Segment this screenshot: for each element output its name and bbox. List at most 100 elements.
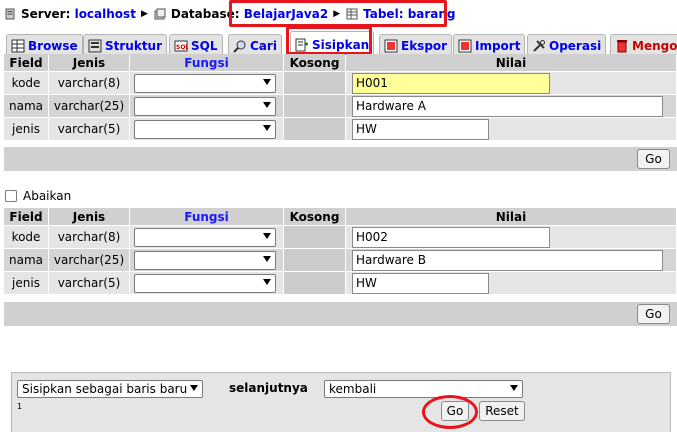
insert-table-2: Field Jenis Fungsi Kosong Nilai kode var… bbox=[3, 207, 677, 295]
tab-label: Cari bbox=[250, 39, 277, 53]
dropdown-arrow-icon bbox=[510, 385, 518, 391]
ignore-option[interactable]: Abaikan bbox=[5, 189, 71, 203]
go-button[interactable]: Go bbox=[441, 401, 469, 421]
field-name: kode bbox=[4, 226, 48, 248]
after-action-value: kembali bbox=[329, 382, 377, 396]
dropdown-arrow-icon bbox=[263, 101, 271, 108]
import-icon bbox=[458, 39, 472, 53]
go-button[interactable]: Go bbox=[637, 304, 670, 324]
tab-operations[interactable]: Operasi bbox=[527, 34, 607, 55]
function-select[interactable] bbox=[134, 73, 276, 93]
field-type: varchar(25) bbox=[49, 249, 129, 271]
function-select[interactable] bbox=[134, 119, 276, 139]
value-input[interactable]: H002 bbox=[352, 226, 550, 248]
search-icon bbox=[233, 39, 247, 53]
value-input[interactable]: HW bbox=[352, 272, 489, 294]
function-select[interactable] bbox=[134, 227, 276, 247]
col-jenis: Jenis bbox=[49, 208, 129, 225]
tab-sql[interactable]: SQL SQL bbox=[169, 34, 223, 55]
tab-insert[interactable]: Sisipkan bbox=[290, 31, 375, 55]
dropdown-arrow-icon bbox=[263, 278, 271, 285]
col-kosong: Kosong bbox=[284, 208, 345, 225]
dropdown-arrow-icon bbox=[263, 124, 271, 131]
form-footer: Go bbox=[4, 147, 677, 171]
value-input[interactable]: Hardware A bbox=[352, 95, 663, 117]
breadcrumb: Server: localhost ▶ Database: BelajarJav… bbox=[4, 4, 456, 24]
tab-empty[interactable]: Mengosongkan bbox=[610, 34, 677, 55]
field-type: varchar(8) bbox=[49, 72, 129, 94]
sql-icon: SQL bbox=[174, 39, 189, 53]
dropdown-arrow-icon bbox=[263, 78, 271, 85]
tab-label: Mengosongkan bbox=[632, 39, 677, 53]
null-cell bbox=[284, 118, 345, 140]
table-row: kode varchar(8) H002 bbox=[4, 226, 676, 248]
server-label: Server: bbox=[21, 7, 71, 21]
field-type: varchar(5) bbox=[49, 272, 129, 294]
null-cell bbox=[284, 272, 345, 294]
null-cell bbox=[284, 249, 345, 271]
table-label[interactable]: Tabel: bbox=[363, 7, 403, 21]
tab-label: Import bbox=[475, 39, 521, 53]
function-select[interactable] bbox=[134, 250, 276, 270]
col-fungsi[interactable]: Fungsi bbox=[130, 208, 283, 225]
function-select[interactable] bbox=[134, 273, 276, 293]
tab-search[interactable]: Cari bbox=[228, 34, 282, 55]
field-name: jenis bbox=[4, 272, 48, 294]
operations-icon bbox=[532, 39, 546, 53]
value-input[interactable]: HW bbox=[352, 118, 489, 140]
tab-label: Sisipkan bbox=[312, 37, 370, 52]
insert-table-1: Field Jenis Fungsi Kosong Nilai kode var… bbox=[3, 53, 677, 141]
ignore-checkbox[interactable] bbox=[5, 190, 17, 202]
table-row: jenis varchar(5) HW bbox=[4, 118, 676, 140]
server-link[interactable]: localhost bbox=[75, 7, 136, 21]
table-row: jenis varchar(5) HW bbox=[4, 272, 676, 294]
structure-icon bbox=[88, 39, 102, 53]
form-footer: Go bbox=[4, 302, 677, 326]
tab-label: Ekspor bbox=[401, 39, 448, 53]
after-action-select[interactable]: kembali bbox=[324, 380, 523, 398]
tab-label: SQL bbox=[191, 39, 218, 53]
field-name: jenis bbox=[4, 118, 48, 140]
go-button[interactable]: Go bbox=[637, 149, 670, 169]
col-nilai: Nilai bbox=[346, 54, 676, 71]
field-name: kode bbox=[4, 72, 48, 94]
null-cell bbox=[284, 72, 345, 94]
function-select[interactable] bbox=[134, 96, 276, 116]
dropdown-arrow-icon bbox=[263, 232, 271, 239]
tab-structure[interactable]: Struktur bbox=[83, 34, 168, 55]
field-type: varchar(8) bbox=[49, 226, 129, 248]
col-field: Field bbox=[4, 208, 48, 225]
col-nilai: Nilai bbox=[346, 208, 676, 225]
breadcrumb-arrow-icon: ▶ bbox=[333, 9, 341, 19]
table-row: kode varchar(8) H001 bbox=[4, 72, 676, 94]
tab-bar: Browse Struktur SQL SQL Cari Sisipkan Ek… bbox=[0, 29, 677, 55]
col-kosong: Kosong bbox=[284, 54, 345, 71]
breadcrumb-arrow-icon: ▶ bbox=[140, 9, 148, 19]
tab-label: Operasi bbox=[549, 39, 602, 53]
tab-browse[interactable]: Browse bbox=[6, 34, 83, 55]
field-type: varchar(25) bbox=[49, 95, 129, 117]
table-row: nama varchar(25) Hardware A bbox=[4, 95, 676, 117]
next-label: selanjutnya bbox=[229, 381, 308, 395]
export-icon bbox=[384, 39, 398, 53]
submit-panel: Sisipkan sebagai baris baru selanjutnya … bbox=[11, 372, 671, 432]
tab-import[interactable]: Import bbox=[453, 34, 526, 55]
field-name: nama bbox=[4, 249, 48, 271]
table-icon bbox=[346, 8, 358, 20]
tab-export[interactable]: Ekspor bbox=[379, 34, 453, 55]
insert-icon bbox=[295, 38, 309, 52]
dropdown-arrow-icon bbox=[263, 255, 271, 262]
tab-label: Struktur bbox=[105, 39, 163, 53]
reset-button[interactable]: Reset bbox=[479, 401, 525, 421]
insert-mode-select[interactable]: Sisipkan sebagai baris baru bbox=[17, 380, 203, 398]
null-cell bbox=[284, 226, 345, 248]
col-fungsi[interactable]: Fungsi bbox=[130, 54, 283, 71]
database-link[interactable]: BelajarJava2 bbox=[244, 7, 328, 21]
trash-icon bbox=[615, 39, 629, 53]
col-jenis: Jenis bbox=[49, 54, 129, 71]
value-input[interactable]: Hardware B bbox=[352, 249, 663, 271]
value-input[interactable]: H001 bbox=[352, 72, 550, 94]
null-cell bbox=[284, 95, 345, 117]
row-counter: 1 bbox=[17, 402, 23, 411]
table-link[interactable]: barang bbox=[408, 7, 456, 21]
